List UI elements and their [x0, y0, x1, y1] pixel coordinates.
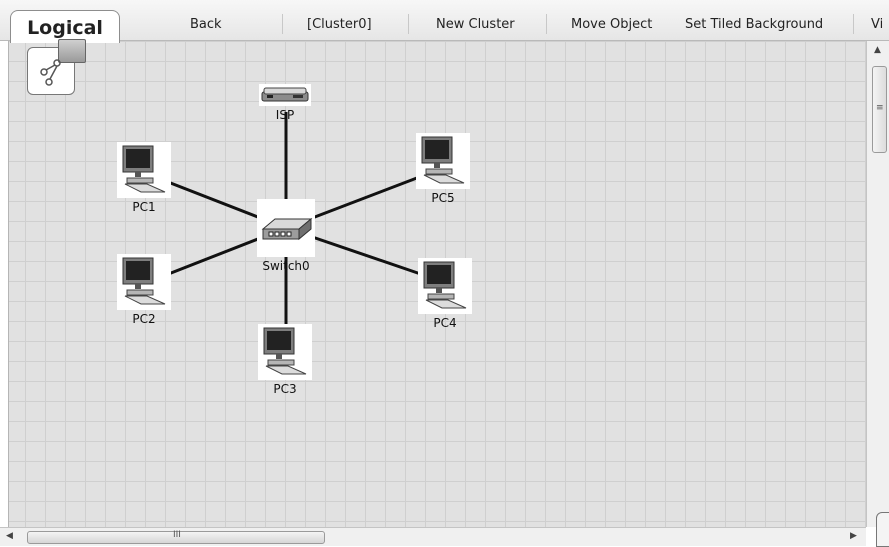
- pc-icon: [416, 133, 470, 189]
- scroll-up-icon[interactable]: ▲: [874, 45, 881, 55]
- switch-icon: [257, 199, 315, 257]
- horizontal-scroll-thumb[interactable]: III: [27, 530, 325, 544]
- device-label: Switch0: [262, 259, 310, 273]
- device-label: PC2: [132, 312, 156, 326]
- pc-icon: [117, 142, 171, 198]
- vertical-scroll-thumb[interactable]: ≡: [872, 66, 887, 153]
- device-label: PC4: [433, 316, 457, 330]
- horizontal-scrollbar[interactable]: ◀ III ▶: [0, 527, 866, 546]
- grip-icon: III: [173, 530, 181, 540]
- pc-icon: [418, 258, 472, 314]
- device-label: ISP: [275, 108, 295, 122]
- router-icon: [259, 84, 311, 106]
- device-pc5[interactable]: PC5: [413, 133, 473, 205]
- pc-icon: [117, 254, 171, 310]
- vertical-scrollbar[interactable]: ▲ ≡: [866, 41, 889, 527]
- device-isp[interactable]: ISP: [255, 84, 315, 122]
- topology-icon: [40, 59, 61, 86]
- device-label: PC1: [132, 200, 156, 214]
- corner-tab[interactable]: [876, 512, 889, 547]
- scroll-right-icon[interactable]: ▶: [850, 531, 857, 541]
- device-pc2[interactable]: PC2: [114, 254, 174, 326]
- device-pc3[interactable]: PC3: [255, 324, 315, 396]
- device-pc4[interactable]: PC4: [415, 258, 475, 330]
- pc-icon: [258, 324, 312, 380]
- device-pc1[interactable]: PC1: [114, 142, 174, 214]
- device-label: PC3: [273, 382, 297, 396]
- cluster-navigation-icon[interactable]: [27, 39, 86, 95]
- scroll-left-icon[interactable]: ◀: [6, 531, 13, 541]
- device-label: PC5: [431, 191, 455, 205]
- grip-icon: ≡: [876, 103, 884, 113]
- device-switch0[interactable]: Switch0: [250, 199, 322, 273]
